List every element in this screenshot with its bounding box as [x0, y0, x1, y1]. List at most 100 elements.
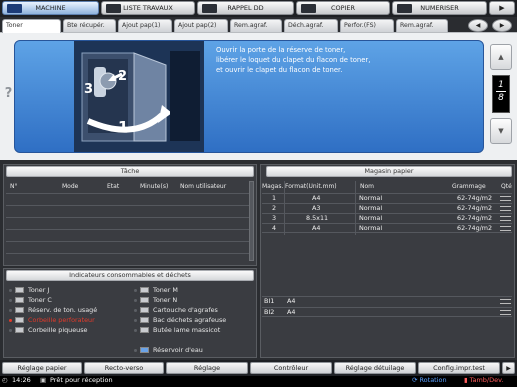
tab-staple-waste[interactable]: Déch.agraf. [284, 19, 338, 32]
task-row [6, 229, 249, 230]
adjustment-button[interactable]: Réglage [166, 362, 248, 374]
tab-staple-refill[interactable]: Rem.agraf. [230, 19, 282, 32]
page-up-button[interactable]: ▲ [490, 44, 512, 70]
tray-number: 2 [272, 204, 277, 212]
tab-punch[interactable]: Perfor.(FS) [340, 19, 394, 32]
tab-staple-refill-2[interactable]: Rem.agraf. [396, 19, 448, 32]
tab-add-paper-2[interactable]: Ajout pap(2) [174, 19, 228, 32]
bottom-scroll-button[interactable]: ▶ [502, 362, 515, 374]
arrow-right-icon: ▶ [499, 22, 505, 29]
tray-weight: 62-74g/m2 [457, 224, 493, 232]
consumable-punch-box: Corbeille perforateur [8, 316, 95, 324]
tray-number: 3 [272, 214, 277, 222]
bypass-tray-row[interactable] [262, 307, 512, 317]
toner-icon [140, 287, 149, 293]
waste-box-icon [15, 307, 24, 313]
test-print-button[interactable]: Config.impr.test [418, 362, 500, 374]
mode-copy-button[interactable]: COPIER [296, 1, 390, 15]
mode-label: MACHINE [35, 4, 66, 12]
tray-name: Normal [359, 214, 383, 222]
toner-icon [15, 287, 24, 293]
tray-size: A4 [312, 224, 321, 232]
machine-icon [7, 4, 22, 13]
consumable-label: Toner M [153, 286, 178, 294]
tray-number: 4 [272, 224, 277, 232]
task-scrollbar[interactable] [249, 181, 254, 261]
status-dot [133, 297, 138, 303]
tab-scroll-right-button[interactable]: ▶ [492, 19, 512, 32]
status-dot [133, 317, 138, 323]
consumable-label: Réserv. de ton. usagé [28, 306, 98, 314]
hdd-icon [202, 4, 217, 13]
step-3-label: 3 [84, 82, 94, 97]
task-panel [3, 164, 257, 266]
task-col-state: Etat [107, 183, 120, 190]
consumable-label: Toner C [28, 296, 52, 304]
task-row [6, 205, 249, 206]
mode-hdd-recall-button[interactable]: RAPPEL DD [197, 1, 294, 15]
arrow-down-icon: ▼ [498, 127, 504, 135]
status-dot [8, 297, 13, 303]
tab-waste-box[interactable]: Bte récupér. [63, 19, 116, 32]
task-col-minutes: Minute(s) [140, 183, 169, 190]
page-down-button[interactable]: ▼ [490, 118, 512, 144]
arrow-right-icon: ▶ [506, 365, 511, 372]
scan-icon [397, 4, 412, 13]
tab-label: Ajout pap(2) [178, 22, 217, 29]
consumable-toner-y: Toner J [8, 286, 49, 294]
staple-waste-icon [140, 317, 149, 323]
tab-scroll-left-button[interactable]: ◀ [468, 19, 488, 32]
consumable-label: Cartouche d'agrafes [153, 306, 218, 314]
tab-add-paper-1[interactable]: Ajout pap(1) [118, 19, 172, 32]
consumables-title: Indicateurs consommables et déchets [6, 270, 254, 281]
water-tank-icon [140, 347, 149, 353]
task-col-no: N° [10, 183, 18, 190]
tab-label: Perfor.(FS) [344, 22, 376, 29]
status-dot [133, 287, 138, 293]
consumable-toner-c: Toner C [8, 296, 52, 304]
consumable-waste-toner: Réserv. de ton. usagé [8, 306, 97, 314]
task-row [6, 253, 249, 254]
printer-icon: ▣ [40, 376, 47, 384]
consumable-toner-m: Toner M [133, 286, 178, 294]
tray-weight: 62-74g/m2 [457, 204, 493, 212]
page-indicator: 1 8 [492, 75, 510, 113]
bypass-tray-row[interactable] [262, 296, 512, 306]
consumable-label: Corbeille perforateur [28, 316, 95, 324]
status-dot [8, 327, 13, 333]
tray-level-icon [500, 216, 511, 221]
toner-icon [140, 297, 149, 303]
duplex-button[interactable]: Recto-verso [84, 362, 164, 374]
decurl-adjust-button[interactable]: Réglage détuilage [334, 362, 416, 374]
tab-label: Rem.agraf. [400, 22, 434, 29]
arrow-left-icon: ◀ [475, 22, 481, 29]
tab-label: Ajout pap(1) [122, 22, 161, 29]
mode-scan-button[interactable]: NUMERISER [392, 1, 487, 15]
bypass-tray-size: A4 [287, 297, 296, 305]
task-row [6, 241, 249, 242]
task-col-mode: Mode [62, 183, 79, 190]
task-col-user: Nom utilisateur [180, 183, 227, 190]
status-dot [133, 307, 138, 313]
mode-label: RAPPEL DD [227, 4, 264, 12]
paper-col-size: Format(Unit.mm) [285, 183, 337, 190]
mode-machine-button[interactable]: MACHINE [2, 1, 99, 15]
status-time: 14:26 [12, 376, 31, 384]
mode-job-list-button[interactable]: LISTE TRAVAUX [101, 1, 195, 15]
consumable-staple-box: Corbeille piqueuse [8, 326, 87, 334]
instruction-text: Ouvrir la porte de la réserve de toner, … [216, 45, 370, 75]
mode-scroll-button[interactable]: ▶ [489, 1, 515, 15]
tray-name: Normal [359, 224, 383, 232]
consumable-toner-k: Toner N [133, 296, 177, 304]
paper-setting-button[interactable]: Réglage papier [2, 362, 82, 374]
controller-button[interactable]: Contrôleur [250, 362, 332, 374]
trimmer-icon [140, 327, 149, 333]
bypass-tray-size: A4 [287, 308, 296, 316]
tray-weight: 62-74g/m2 [457, 214, 493, 222]
tray-size: A4 [312, 194, 321, 202]
tab-toner[interactable]: Toner [2, 19, 61, 33]
tray-level-icon [500, 310, 511, 315]
status-message: Prêt pour réception [50, 376, 113, 384]
tray-name: Normal [359, 204, 383, 212]
copy-icon [301, 4, 316, 13]
